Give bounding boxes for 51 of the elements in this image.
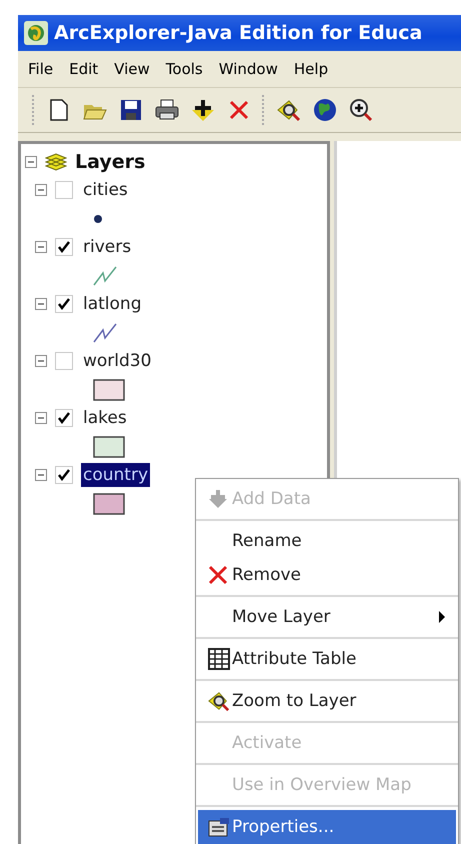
close-icon [208,565,228,585]
menu-item[interactable]: Edit [61,60,106,78]
layer-name[interactable]: cities [81,178,130,202]
full-extent-button[interactable] [312,97,338,123]
menu-item[interactable]: Window [210,60,286,78]
layer-checkbox[interactable] [55,238,73,256]
layer-checkbox[interactable] [55,295,73,313]
layers-root-label[interactable]: Layers [75,151,146,173]
layer-name[interactable]: world30 [81,349,154,373]
zoom-to-layer-icon [277,98,301,122]
menu-item[interactable]: Attribute Table [198,642,456,676]
layer-checkbox[interactable] [55,466,73,484]
layer-checkbox[interactable] [55,181,73,199]
new-document-icon [50,99,68,121]
globe-icon [313,98,337,122]
menu-item[interactable]: Move Layer [198,600,456,634]
expand-toggle[interactable] [35,184,47,196]
layer-name[interactable]: country [81,463,150,487]
menu-item[interactable]: Properties... [198,810,456,844]
menu-item[interactable]: File [20,60,62,78]
layer-checkbox[interactable] [55,352,73,370]
close-icon [229,100,249,120]
table-icon [208,648,230,670]
expand-toggle[interactable] [35,412,47,424]
add-data-icon [208,489,228,509]
save-button[interactable] [118,97,144,123]
layers-icon [45,153,67,171]
expand-toggle[interactable] [25,156,37,168]
printer-icon [155,99,179,121]
zoom-in-icon [349,98,373,122]
zoom-to-layer-icon [208,690,230,712]
zoom-in-button[interactable] [348,97,374,123]
window-title: ArcExplorer-Java Edition for Educa [54,22,422,44]
menu-item[interactable]: View [106,60,158,78]
properties-icon [208,817,230,837]
layer-name[interactable]: rivers [81,235,134,259]
app-logo-icon [24,21,48,45]
menu-item[interactable]: Tools [158,60,211,78]
menu-item[interactable]: Remove [198,558,456,592]
add-data-button[interactable] [190,97,216,123]
layer-name[interactable]: lakes [81,406,129,430]
expand-toggle[interactable] [35,469,47,481]
expand-toggle[interactable] [35,355,47,367]
layer-name[interactable]: latlong [81,292,144,316]
menu-item[interactable]: Help [286,60,336,78]
add-data-icon [191,98,215,122]
expand-toggle[interactable] [35,241,47,253]
menu-item[interactable]: Rename [198,524,456,558]
layer-checkbox[interactable] [55,409,73,427]
menu-item[interactable]: Zoom to Layer [198,684,456,718]
expand-toggle[interactable] [35,298,47,310]
